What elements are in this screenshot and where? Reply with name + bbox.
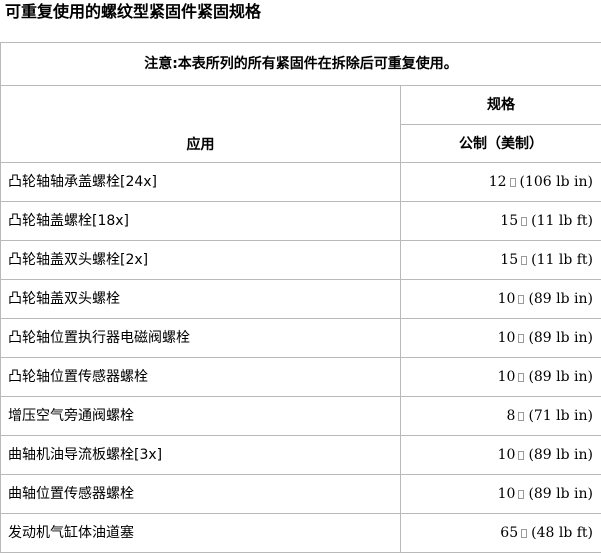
application-cell: 凸轮轴盖双头螺栓[2x] [1,241,401,280]
unit-placeholder-icon [521,256,527,265]
unit-placeholder-icon [518,373,524,382]
application-cell: 凸轮轴轴承盖螺栓[24x] [1,163,401,202]
table-row: 曲轴位置传感器螺栓 10 (89 lb in) [1,475,601,514]
page-title: 可重复使用的螺纹型紧固件紧固规格 [5,1,261,23]
us-value: (89 lb in) [528,369,593,385]
application-cell: 曲轴机油导流板螺栓[3x] [1,436,401,475]
us-value: (89 lb in) [528,291,593,307]
us-value: (11 lb ft) [531,252,593,268]
table-row: 凸轮轴盖双头螺栓[2x] 15 (11 lb ft) [1,241,601,280]
application-cell: 凸轮轴位置执行器电磁阀螺栓 [1,319,401,358]
us-value: (89 lb in) [528,486,593,502]
note-row: 注意:本表所列的所有紧固件在拆除后可重复使用。 [1,43,601,86]
table-row: 曲轴机油导流板螺栓[3x] 10 (89 lb in) [1,436,601,475]
us-value: (106 lb in) [520,174,593,190]
metric-value: 15 [500,213,518,229]
us-value: (48 lb ft) [531,525,593,541]
metric-value: 10 [498,369,516,385]
column-header-application: 应用 [1,86,401,163]
metric-value: 8 [507,408,516,424]
column-header-spec: 规格 [401,86,601,125]
application-cell: 曲轴位置传感器螺栓 [1,475,401,514]
unit-placeholder-icon [521,529,527,538]
metric-value: 15 [500,252,518,268]
table-row: 凸轮轴轴承盖螺栓[24x] 12 (106 lb in) [1,163,601,202]
metric-value: 10 [498,330,516,346]
unit-placeholder-icon [518,334,524,343]
unit-placeholder-icon [518,412,524,421]
us-value: (11 lb ft) [531,213,593,229]
table-row: 凸轮轴盖双头螺栓 10 (89 lb in) [1,280,601,319]
unit-placeholder-icon [518,295,524,304]
metric-value: 10 [498,291,516,307]
metric-value: 65 [500,525,518,541]
column-header-units: 公制（美制） [401,125,601,163]
unit-placeholder-icon [521,217,527,226]
metric-value: 12 [489,174,507,190]
table-note: 注意:本表所列的所有紧固件在拆除后可重复使用。 [1,43,601,86]
fastener-spec-table: 注意:本表所列的所有紧固件在拆除后可重复使用。 应用 规格 公制（美制） 凸轮轴… [0,42,601,553]
torque-value-cell: 15 (11 lb ft) [401,241,601,280]
table-row: 凸轮轴位置执行器电磁阀螺栓 10 (89 lb in) [1,319,601,358]
application-cell: 凸轮轴位置传感器螺栓 [1,358,401,397]
torque-value-cell: 10 (89 lb in) [401,280,601,319]
table-row: 凸轮轴盖螺栓[18x] 15 (11 lb ft) [1,202,601,241]
metric-value: 10 [498,447,516,463]
table-row: 增压空气旁通阀螺栓 8 (71 lb in) [1,397,601,436]
torque-value-cell: 10 (89 lb in) [401,475,601,514]
torque-value-cell: 10 (89 lb in) [401,436,601,475]
unit-placeholder-icon [518,490,524,499]
application-cell: 凸轮轴盖螺栓[18x] [1,202,401,241]
us-value: (89 lb in) [528,330,593,346]
torque-value-cell: 8 (71 lb in) [401,397,601,436]
unit-placeholder-icon [518,451,524,460]
torque-value-cell: 10 (89 lb in) [401,319,601,358]
application-cell: 凸轮轴盖双头螺栓 [1,280,401,319]
us-value: (71 lb in) [528,408,593,424]
torque-value-cell: 10 (89 lb in) [401,358,601,397]
unit-placeholder-icon [510,178,516,187]
us-value: (89 lb in) [528,447,593,463]
torque-value-cell: 12 (106 lb in) [401,163,601,202]
application-cell: 增压空气旁通阀螺栓 [1,397,401,436]
torque-value-cell: 15 (11 lb ft) [401,202,601,241]
table-row: 凸轮轴位置传感器螺栓 10 (89 lb in) [1,358,601,397]
metric-value: 10 [498,486,516,502]
header-row: 应用 规格 [1,86,601,125]
